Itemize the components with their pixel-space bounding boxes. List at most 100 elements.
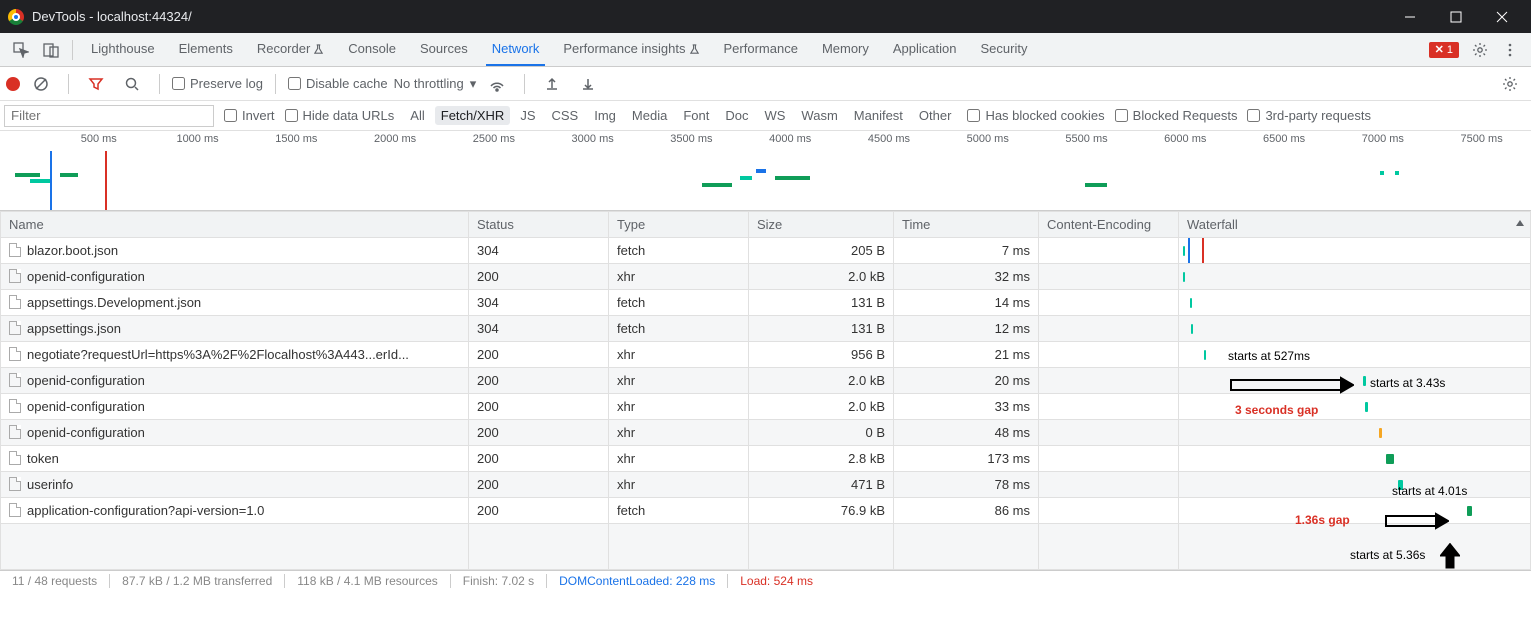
table-row[interactable]: token200xhr2.8 kB173 ms <box>1 446 1531 472</box>
cell-name: openid-configuration <box>1 368 469 394</box>
type-filter-doc[interactable]: Doc <box>719 106 754 125</box>
type-filter-css[interactable]: CSS <box>546 106 585 125</box>
cell-type: xhr <box>609 394 749 420</box>
tab-security[interactable]: Security <box>969 32 1040 66</box>
type-filter-media[interactable]: Media <box>626 106 673 125</box>
table-row[interactable]: openid-configuration200xhr2.0 kB32 ms <box>1 264 1531 290</box>
overview-activity-mark <box>1380 171 1384 175</box>
third-party-checkbox[interactable]: 3rd-party requests <box>1247 108 1371 123</box>
cell-content-encoding <box>1039 316 1179 342</box>
column-header-waterfall[interactable]: Waterfall <box>1179 212 1531 238</box>
minimize-button[interactable] <box>1387 0 1433 33</box>
cell-time: 173 ms <box>894 446 1039 472</box>
device-toolbar-icon[interactable] <box>39 38 63 62</box>
column-header-name[interactable]: Name <box>1 212 469 238</box>
type-filter-img[interactable]: Img <box>588 106 622 125</box>
type-filter-manifest[interactable]: Manifest <box>848 106 909 125</box>
arrow-up-icon <box>1440 543 1460 572</box>
waterfall-bar <box>1204 350 1207 360</box>
cell-size: 2.0 kB <box>749 394 894 420</box>
tab-performance[interactable]: Performance <box>712 32 810 66</box>
table-row[interactable]: blazor.boot.json304fetch205 B7 ms <box>1 238 1531 264</box>
sb-transferred: 87.7 kB / 1.2 MB transferred <box>122 574 272 588</box>
overview-timeline[interactable]: 500 ms1000 ms1500 ms2000 ms2500 ms3000 m… <box>0 131 1531 211</box>
beaker-icon <box>689 34 700 68</box>
type-filter-fetch-xhr[interactable]: Fetch/XHR <box>435 106 511 125</box>
tab-performance-insights[interactable]: Performance insights <box>551 32 711 66</box>
hide-data-urls-checkbox[interactable]: Hide data URLs <box>285 108 395 123</box>
filter-input[interactable] <box>4 105 214 127</box>
tab-lighthouse[interactable]: Lighthouse <box>79 32 167 66</box>
waterfall-vline <box>1188 238 1190 264</box>
file-icon <box>9 269 21 283</box>
tab-recorder[interactable]: Recorder <box>245 32 336 66</box>
cell-content-encoding <box>1039 342 1179 368</box>
cell-waterfall <box>1179 238 1531 264</box>
tab-console[interactable]: Console <box>336 32 408 66</box>
type-filter-wasm[interactable]: Wasm <box>795 106 843 125</box>
overview-tick: 5000 ms <box>967 133 1009 145</box>
column-header-type[interactable]: Type <box>609 212 749 238</box>
tab-sources[interactable]: Sources <box>408 32 480 66</box>
inspect-element-icon[interactable] <box>9 38 33 62</box>
cell-type: fetch <box>609 316 749 342</box>
blocked-cookies-checkbox[interactable]: Has blocked cookies <box>967 108 1104 123</box>
cell-status: 200 <box>469 368 609 394</box>
search-icon[interactable] <box>120 72 144 96</box>
cell-name: appsettings.Development.json <box>1 290 469 316</box>
maximize-button[interactable] <box>1433 0 1479 33</box>
export-har-icon[interactable] <box>576 72 600 96</box>
column-header-status[interactable]: Status <box>469 212 609 238</box>
network-conditions-icon[interactable] <box>485 72 509 96</box>
table-row[interactable]: openid-configuration200xhr0 B48 ms <box>1 420 1531 446</box>
tab-application[interactable]: Application <box>881 32 969 66</box>
import-har-icon[interactable] <box>540 72 564 96</box>
filter-funnel-icon[interactable] <box>84 72 108 96</box>
close-button[interactable] <box>1479 0 1525 33</box>
type-filter-ws[interactable]: WS <box>758 106 791 125</box>
cell-waterfall <box>1179 498 1531 524</box>
sb-resources: 118 kB / 4.1 MB resources <box>297 574 438 588</box>
settings-gear-icon[interactable] <box>1468 38 1492 62</box>
cell-waterfall <box>1179 316 1531 342</box>
column-header-content-encoding[interactable]: Content-Encoding <box>1039 212 1179 238</box>
tab-elements[interactable]: Elements <box>167 32 245 66</box>
network-settings-gear-icon[interactable] <box>1498 72 1522 96</box>
status-bar: 11 / 48 requests 87.7 kB / 1.2 MB transf… <box>0 570 1531 590</box>
more-menu-icon[interactable] <box>1498 38 1522 62</box>
clear-icon[interactable] <box>29 72 53 96</box>
cell-name: openid-configuration <box>1 420 469 446</box>
overview-activity-mark <box>60 173 78 177</box>
cell-name: token <box>1 446 469 472</box>
column-header-size[interactable]: Size <box>749 212 894 238</box>
annotation-label: starts at 3.43s <box>1370 376 1445 390</box>
arrow-right-icon <box>1385 512 1449 533</box>
type-filter-all[interactable]: All <box>404 106 430 125</box>
beaker-icon <box>313 34 324 68</box>
table-row[interactable]: appsettings.Development.json304fetch131 … <box>1 290 1531 316</box>
cell-size: 471 B <box>749 472 894 498</box>
overview-tick: 6500 ms <box>1263 133 1305 145</box>
table-row[interactable]: appsettings.json304fetch131 B12 ms <box>1 316 1531 342</box>
waterfall-bar <box>1467 506 1472 516</box>
overview-tick: 5500 ms <box>1065 133 1107 145</box>
throttling-select[interactable]: No throttling▾ <box>394 76 477 92</box>
annotation-label: 1.36s gap <box>1295 513 1350 527</box>
column-header-time[interactable]: Time <box>894 212 1039 238</box>
errors-badge[interactable]: ✕1 <box>1429 42 1459 58</box>
type-filter-js[interactable]: JS <box>514 106 541 125</box>
blocked-requests-checkbox[interactable]: Blocked Requests <box>1115 108 1238 123</box>
type-filter-other[interactable]: Other <box>913 106 958 125</box>
record-button[interactable] <box>6 77 20 91</box>
overview-activity-mark <box>30 179 50 183</box>
tab-network[interactable]: Network <box>480 32 552 66</box>
cell-name: openid-configuration <box>1 394 469 420</box>
cell-type: fetch <box>609 498 749 524</box>
type-filter-font[interactable]: Font <box>677 106 715 125</box>
tab-memory[interactable]: Memory <box>810 32 881 66</box>
invert-checkbox[interactable]: Invert <box>224 108 275 123</box>
disable-cache-checkbox[interactable]: Disable cache <box>288 76 388 91</box>
preserve-log-checkbox[interactable]: Preserve log <box>172 76 263 91</box>
file-icon <box>9 347 21 361</box>
table-row[interactable]: userinfo200xhr471 B78 ms <box>1 472 1531 498</box>
